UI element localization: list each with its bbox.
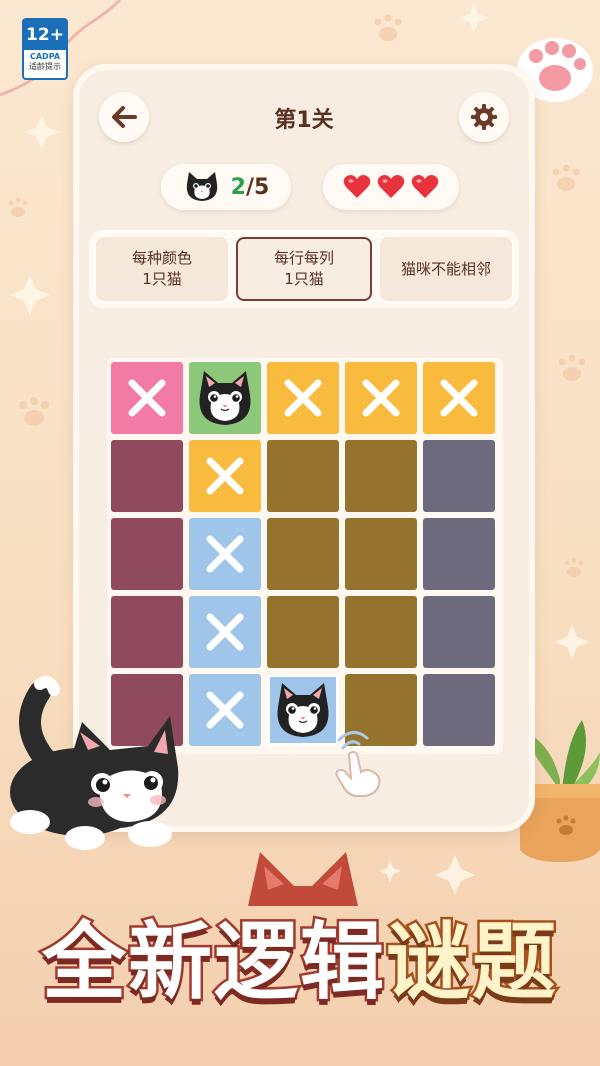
progress-counter: 2/5 bbox=[231, 175, 270, 200]
board-cell[interactable] bbox=[267, 362, 339, 434]
cross-mark-icon bbox=[206, 691, 244, 729]
board-cell[interactable] bbox=[267, 596, 339, 668]
heart-icon bbox=[377, 175, 405, 198]
banner-text-main: 全新逻辑 bbox=[39, 910, 386, 1013]
cross-mark-icon bbox=[206, 457, 244, 495]
board-cell[interactable] bbox=[345, 596, 417, 668]
rule-card[interactable]: 猫咪不能相邻 bbox=[380, 237, 512, 301]
cross-mark-icon bbox=[284, 379, 322, 417]
cross-mark-icon bbox=[128, 379, 166, 417]
board-cell[interactable] bbox=[423, 674, 495, 746]
lives-indicator bbox=[323, 164, 459, 210]
rules-panel: 每种颜色 1只猫 每行每列 1只猫 猫咪不能相邻 bbox=[89, 230, 519, 308]
board-cell[interactable] bbox=[111, 440, 183, 512]
board-cell[interactable] bbox=[267, 518, 339, 590]
age-rating: 12+ bbox=[24, 20, 66, 50]
age-rating-badge: 12+ CADPA 适龄提示 bbox=[22, 18, 68, 80]
board-cell[interactable] bbox=[111, 518, 183, 590]
progress-current: 2 bbox=[230, 174, 246, 200]
board-cell[interactable] bbox=[189, 362, 261, 434]
heart-icon bbox=[411, 175, 439, 198]
pointing-hand-icon bbox=[335, 731, 381, 797]
rule-card[interactable]: 每行每列 1只猫 bbox=[236, 237, 372, 301]
board-cell[interactable] bbox=[345, 362, 417, 434]
settings-button[interactable] bbox=[459, 92, 509, 142]
cat-face-icon bbox=[186, 172, 217, 201]
board-cell[interactable] bbox=[423, 440, 495, 512]
heart-icon bbox=[343, 175, 371, 198]
cat-mascot-decoration bbox=[10, 676, 179, 850]
board-cell[interactable] bbox=[423, 362, 495, 434]
board-cell[interactable] bbox=[189, 440, 261, 512]
rule-card[interactable]: 每种颜色 1只猫 bbox=[96, 237, 228, 301]
board-cell[interactable] bbox=[423, 596, 495, 668]
board-cell[interactable] bbox=[111, 596, 183, 668]
board-cell[interactable] bbox=[345, 440, 417, 512]
board-cell[interactable] bbox=[423, 518, 495, 590]
gear-icon bbox=[471, 104, 497, 130]
age-rating-org: CADPA bbox=[29, 52, 61, 61]
cross-mark-icon bbox=[362, 379, 400, 417]
cross-mark-icon bbox=[440, 379, 478, 417]
board-cell[interactable] bbox=[189, 596, 261, 668]
cat-face-icon bbox=[199, 371, 251, 425]
board-cell[interactable] bbox=[267, 440, 339, 512]
board-cell[interactable] bbox=[189, 518, 261, 590]
promo-banner: 全新逻辑谜题 bbox=[0, 880, 600, 1030]
banner-text-highlight: 谜题 bbox=[383, 910, 559, 1013]
progress-total: /5 bbox=[245, 174, 270, 200]
age-rating-tip: 适龄提示 bbox=[29, 62, 61, 71]
cross-mark-icon bbox=[206, 613, 244, 651]
cat-progress: 2/5 bbox=[161, 164, 291, 210]
board-cell[interactable] bbox=[345, 518, 417, 590]
board-cell[interactable] bbox=[111, 362, 183, 434]
cross-mark-icon bbox=[206, 535, 244, 573]
